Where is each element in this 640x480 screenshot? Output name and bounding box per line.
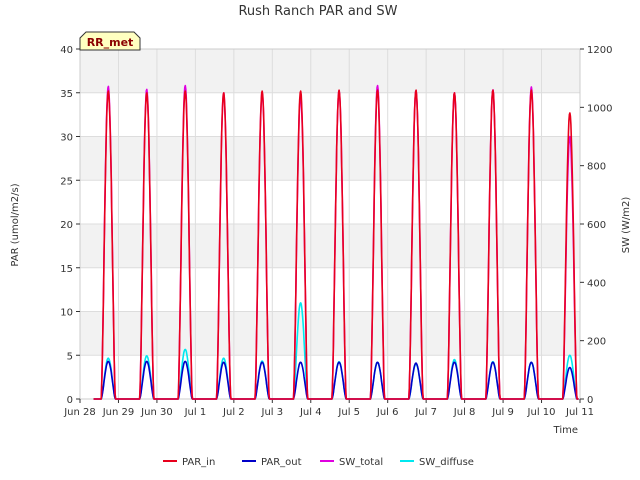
- chart-canvas: Rush Ranch PAR and SW 0 5 10 15 20 25 30 35 40 0…: [10, 4, 632, 468]
- x-axis-ticks: Jun 28 Jun 29 Jun 30 Jul 1 Jul 2 Jul 3 Jul 4 Ju…: [63, 399, 594, 418]
- legend-label: SW_total: [339, 457, 383, 468]
- site-badge: RR_met: [79, 31, 141, 51]
- legend: PAR_in PAR_out SW_total SW_diffuse: [163, 457, 474, 468]
- right-axis-label: SW (W/m2): [621, 197, 632, 254]
- left-tick-label: 10: [60, 308, 73, 319]
- x-tick-label: Jun 29: [102, 407, 135, 418]
- right-tick-label: 800: [587, 162, 606, 173]
- x-axis-label: Time: [553, 425, 578, 436]
- band: [80, 136, 580, 181]
- band: [80, 224, 580, 268]
- right-axis-ticks: 0 200 400 600 800 1000 1200: [580, 45, 612, 406]
- right-tick-label: 0: [587, 395, 593, 406]
- chart-title: Rush Ranch PAR and SW: [238, 4, 397, 19]
- left-tick-label: 20: [60, 220, 73, 231]
- left-tick-label: 30: [60, 133, 73, 144]
- legend-label: SW_diffuse: [419, 457, 474, 468]
- x-tick-label: Jul 2: [222, 407, 245, 418]
- right-tick-label: 1200: [587, 45, 612, 56]
- left-tick-label: 25: [60, 176, 73, 187]
- x-tick-label: Jul 7: [414, 407, 437, 418]
- badge-label: RR_met: [87, 36, 134, 49]
- legend-label: PAR_out: [261, 457, 302, 468]
- x-tick-label: Jul 9: [491, 407, 514, 418]
- series-line-par-out: [93, 360, 579, 400]
- background-bands: [80, 49, 580, 356]
- right-tick-label: 400: [587, 278, 606, 289]
- band: [80, 311, 580, 356]
- x-tick-label: Jul 8: [453, 407, 476, 418]
- band: [80, 49, 580, 93]
- left-tick-label: 0: [67, 395, 73, 406]
- left-tick-label: 40: [60, 45, 73, 56]
- right-tick-label: 1000: [587, 103, 612, 114]
- legend-label: PAR_in: [182, 457, 215, 468]
- x-tick-label: Jul 1: [184, 407, 207, 418]
- left-axis-ticks: 0 5 10 15 20 25 30 35 40: [60, 45, 80, 406]
- x-tick-label: Jul 4: [299, 407, 322, 418]
- right-tick-label: 600: [587, 220, 606, 231]
- x-tick-label: Jul 10: [527, 407, 556, 418]
- x-tick-label: Jul 3: [261, 407, 284, 418]
- x-tick-label: Jun 30: [140, 407, 173, 418]
- right-tick-label: 200: [587, 337, 606, 348]
- left-axis-label: PAR (umol/m2/s): [10, 183, 21, 266]
- x-tick-label: Jul 5: [337, 407, 360, 418]
- x-tick-label: Jul 6: [376, 407, 399, 418]
- x-tick-label: Jul 11: [565, 407, 594, 418]
- x-tick-label: Jun 28: [63, 407, 96, 418]
- left-tick-label: 15: [60, 264, 73, 275]
- left-tick-label: 35: [60, 89, 73, 100]
- left-tick-label: 5: [67, 351, 73, 362]
